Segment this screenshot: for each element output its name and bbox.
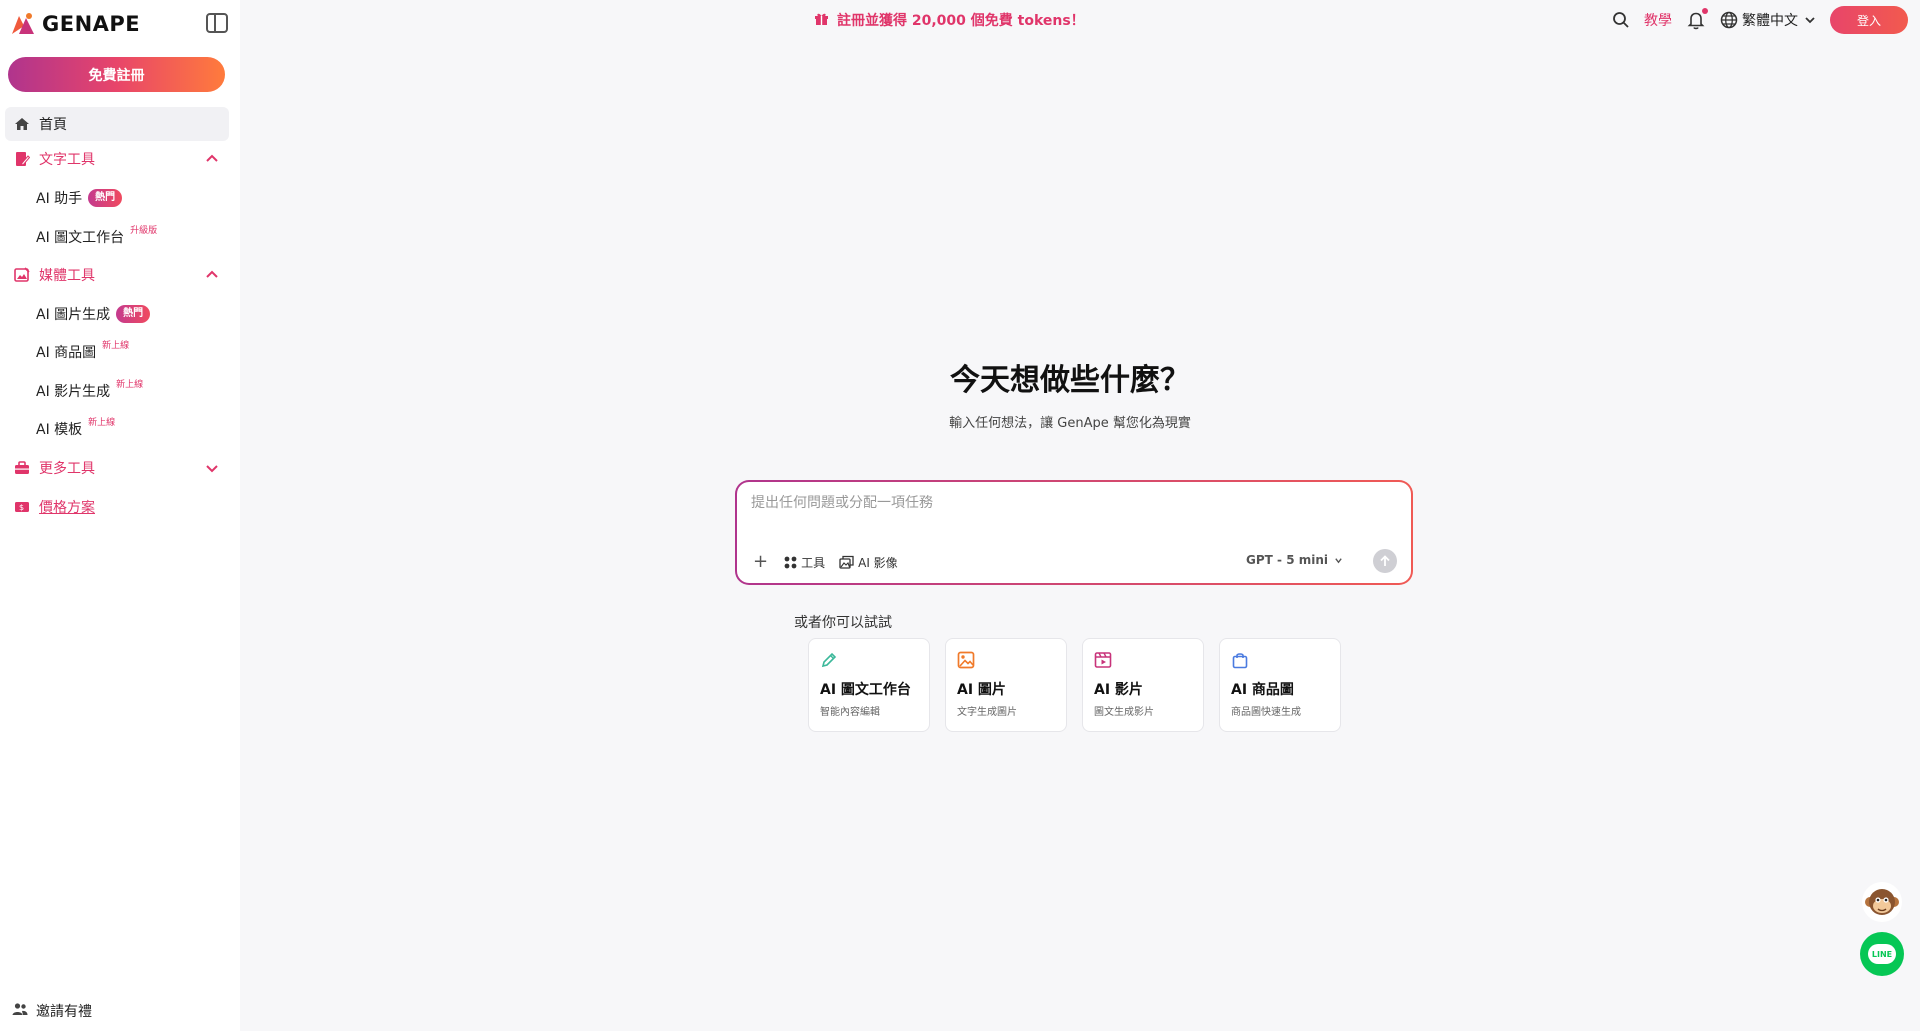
- invite-button[interactable]: 邀請有禮: [12, 1001, 92, 1021]
- sidebar-item-ai-video-gen[interactable]: AI 影片生成 新上線: [36, 376, 143, 406]
- line-chat-button[interactable]: LINE: [1860, 932, 1904, 976]
- upgrade-badge: 升級版: [130, 225, 158, 236]
- card-title: AI 影片: [1094, 682, 1143, 698]
- pencil-icon: [821, 652, 837, 668]
- invite-label: 邀請有禮: [36, 1004, 92, 1020]
- suggestion-card-video[interactable]: AI 影片 圖文生成影片: [1082, 638, 1204, 732]
- send-button[interactable]: [1373, 549, 1397, 573]
- suggestion-card-product[interactable]: AI 商品圖 商品圖快速生成: [1219, 638, 1341, 732]
- gift-icon: [814, 11, 829, 30]
- tools-label: 工具: [801, 555, 826, 570]
- sidebar: GENAPE 免費註冊 首頁 文字工具 AI 助手 熱門 AI 圖文工作台 升級…: [0, 0, 240, 1031]
- top-right-toolbar: 教學 繁體中文 登入: [1598, 5, 1908, 35]
- card-subtitle: 商品圖快速生成: [1231, 707, 1301, 718]
- ai-image-button[interactable]: AI 影像: [839, 554, 898, 571]
- sidebar-item-home[interactable]: 首頁: [5, 107, 229, 141]
- card-subtitle: 文字生成圖片: [957, 707, 1017, 718]
- language-selector[interactable]: 繁體中文: [1720, 10, 1816, 30]
- sidebar-item-label: 首頁: [39, 117, 67, 133]
- home-icon: [13, 115, 31, 133]
- sidebar-section-label: 文字工具: [39, 152, 95, 168]
- chevron-down-icon[interactable]: [205, 461, 219, 475]
- language-label: 繁體中文: [1742, 13, 1798, 29]
- new-badge: 新上線: [88, 417, 116, 428]
- line-icon: LINE: [1868, 944, 1896, 964]
- logo[interactable]: GENAPE: [10, 10, 230, 36]
- video-icon: [1094, 652, 1112, 668]
- grid-icon: [784, 556, 797, 568]
- logo-text: GENAPE: [42, 12, 141, 36]
- prompt-toolbar: + 工具 AI 影像 GPT - 5 mini: [753, 549, 1397, 573]
- card-title: AI 圖文工作台: [820, 682, 911, 698]
- line-label: LINE: [1871, 949, 1893, 959]
- notification-dot: [1702, 8, 1708, 14]
- sidebar-item-label: AI 模板: [36, 422, 83, 438]
- suggestion-card-workbench[interactable]: AI 圖文工作台 智能內容編輯: [808, 638, 930, 732]
- model-selector[interactable]: GPT - 5 mini: [1246, 553, 1343, 567]
- sidebar-item-pricing[interactable]: $ 價格方案: [5, 490, 229, 524]
- arrow-up-icon: [1380, 555, 1390, 566]
- card-subtitle: 智能內容編輯: [820, 707, 880, 718]
- login-button[interactable]: 登入: [1830, 6, 1908, 34]
- chevron-down-icon: [1805, 17, 1815, 24]
- image-stack-icon: [839, 555, 854, 569]
- svg-text:$: $: [19, 503, 24, 512]
- notification-button[interactable]: [1686, 8, 1708, 30]
- genape-logo-icon: [12, 13, 34, 34]
- sidebar-section-label: 更多工具: [39, 461, 95, 477]
- users-icon: [12, 1002, 28, 1020]
- page-subtitle: 輸入任何想法，讓 GenApe 幫您化為現實: [949, 416, 1191, 431]
- search-icon[interactable]: [1612, 11, 1630, 29]
- image-icon: [957, 651, 975, 669]
- signup-button[interactable]: 免費註冊: [8, 57, 225, 92]
- shopping-bag-icon: [1232, 653, 1248, 669]
- sidebar-item-ai-image-gen[interactable]: AI 圖片生成 熱門: [36, 299, 151, 329]
- globe-icon: [1720, 11, 1738, 29]
- card-title: AI 圖片: [957, 682, 1006, 698]
- mascot-assistant-button[interactable]: [1862, 882, 1902, 922]
- sidebar-collapse-icon[interactable]: [206, 13, 228, 33]
- sidebar-item-ai-assistant[interactable]: AI 助手 熱門: [36, 183, 123, 213]
- prompt-box: + 工具 AI 影像 GPT - 5 mini: [735, 480, 1413, 585]
- promo-text: 註冊並獲得 20,000 個免費 tokens！: [837, 13, 1085, 29]
- model-label: GPT - 5 mini: [1246, 553, 1328, 567]
- card-subtitle: 圖文生成影片: [1094, 707, 1154, 718]
- new-badge: 新上線: [102, 340, 130, 351]
- prompt-input[interactable]: [751, 492, 1391, 532]
- sidebar-item-ai-workbench[interactable]: AI 圖文工作台 升級版: [36, 222, 157, 252]
- add-attachment-icon[interactable]: +: [753, 553, 768, 571]
- hot-badge: 熱門: [116, 305, 151, 323]
- hot-badge: 熱門: [88, 189, 123, 207]
- toolbox-icon: [13, 459, 31, 477]
- pricing-link[interactable]: 價格方案: [39, 497, 95, 517]
- ai-image-label: AI 影像: [858, 555, 898, 570]
- sidebar-section-text-tools[interactable]: 文字工具: [5, 142, 229, 176]
- price-tag-icon: $: [13, 498, 31, 516]
- sidebar-section-label: 媒體工具: [39, 268, 95, 284]
- tutorial-link[interactable]: 教學: [1644, 10, 1672, 30]
- sidebar-item-label: AI 商品圖: [36, 345, 97, 361]
- monkey-mascot-icon: [1865, 889, 1899, 915]
- sidebar-section-media-tools[interactable]: 媒體工具: [5, 258, 229, 292]
- media-edit-icon: [13, 266, 31, 284]
- promo-banner[interactable]: 註冊並獲得 20,000 個免費 tokens！: [814, 10, 1085, 30]
- document-edit-icon: [13, 150, 31, 168]
- sidebar-item-label: AI 助手: [36, 191, 83, 207]
- suggestions-label: 或者你可以試試: [794, 615, 892, 631]
- sidebar-item-ai-product-image[interactable]: AI 商品圖 新上線: [36, 337, 129, 367]
- suggestion-card-image[interactable]: AI 圖片 文字生成圖片: [945, 638, 1067, 732]
- chevron-up-icon[interactable]: [205, 268, 219, 282]
- sidebar-item-ai-template[interactable]: AI 模板 新上線: [36, 414, 115, 444]
- page-title: 今天想做些什麼？: [950, 363, 1190, 398]
- sidebar-item-label: AI 影片生成: [36, 384, 111, 400]
- chevron-up-icon[interactable]: [205, 152, 219, 166]
- card-title: AI 商品圖: [1231, 682, 1294, 698]
- tools-button[interactable]: 工具: [784, 554, 825, 571]
- sidebar-section-more-tools[interactable]: 更多工具: [5, 451, 229, 485]
- sidebar-item-label: AI 圖片生成: [36, 307, 111, 323]
- new-badge: 新上線: [116, 379, 144, 390]
- sidebar-item-label: AI 圖文工作台: [36, 230, 125, 246]
- chevron-down-icon: [1335, 557, 1342, 563]
